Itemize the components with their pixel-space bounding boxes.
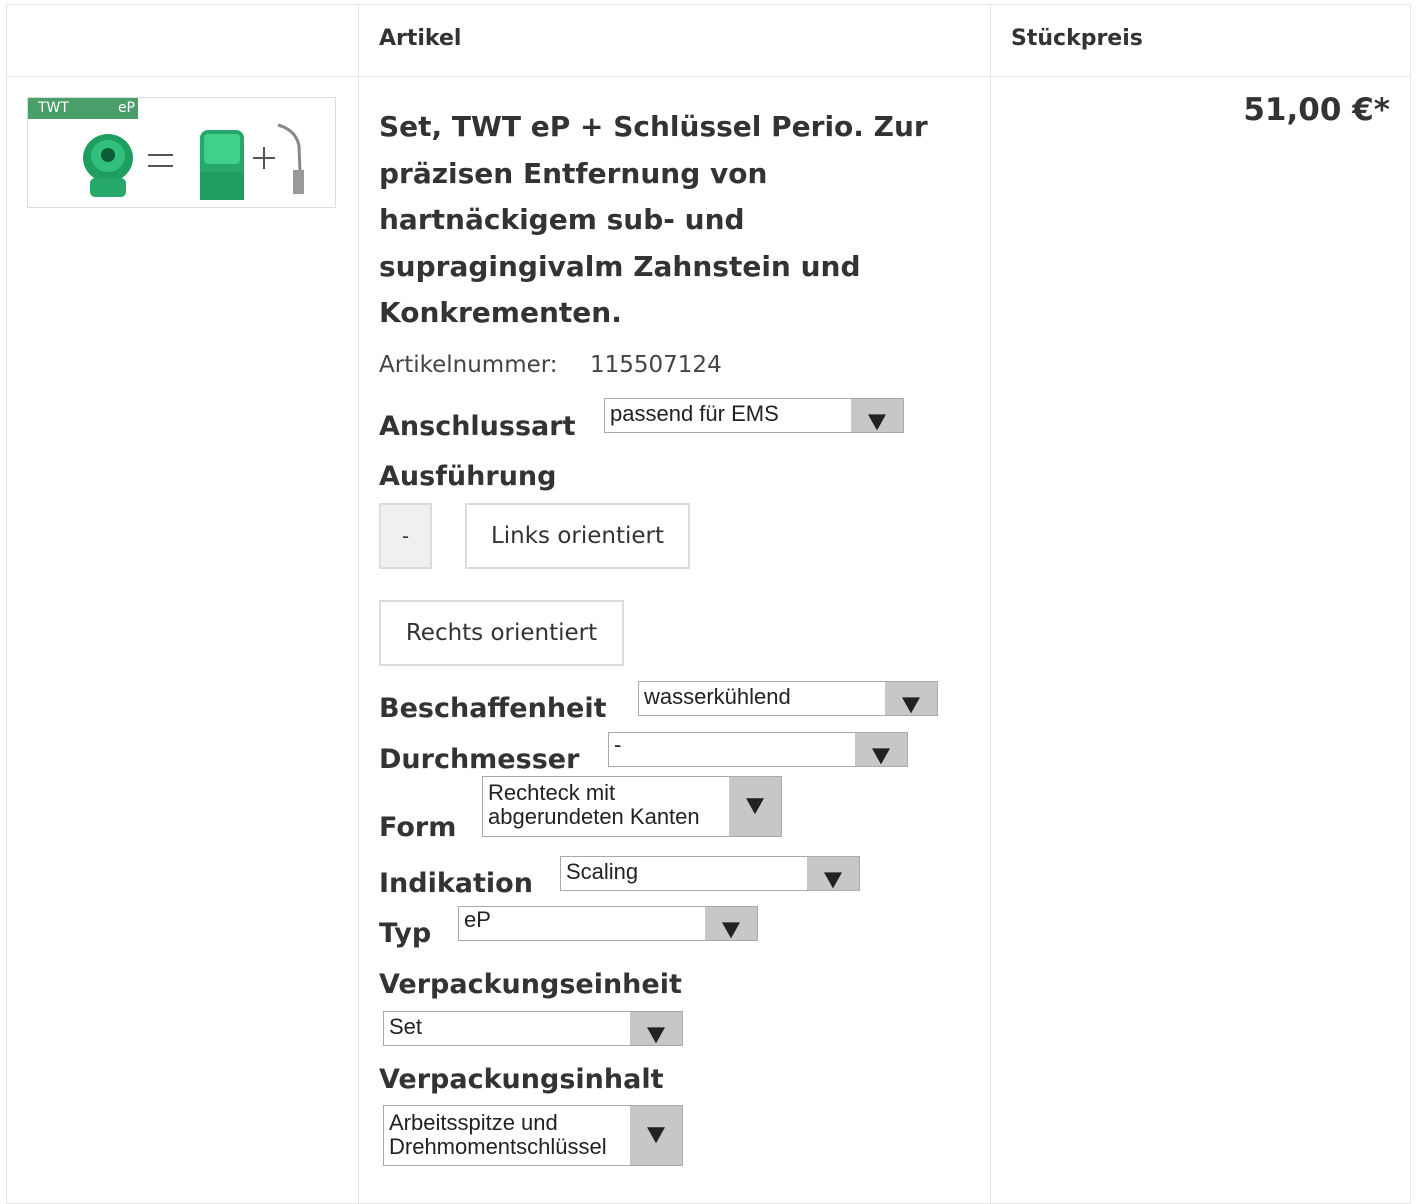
typ-label: Typ (379, 918, 432, 949)
unit-price: 51,00 €* (1243, 92, 1390, 128)
verpackungsinhalt-label: Verpackungsinhalt (379, 1064, 664, 1095)
dropdown-button[interactable] (855, 733, 907, 766)
chevron-down-icon (872, 747, 890, 764)
chevron-down-icon (746, 797, 764, 814)
verpackungseinheit-select[interactable]: Set (383, 1011, 683, 1046)
form-label: Form (379, 812, 457, 843)
ausfuehrung-option-links[interactable]: Links orientiert (465, 503, 690, 569)
dropdown-button[interactable] (807, 857, 859, 890)
verpackungseinheit-label: Verpackungseinheit (379, 969, 682, 1000)
dropdown-button[interactable] (705, 907, 757, 940)
ausfuehrung-label: Ausführung (379, 461, 557, 492)
dropdown-button[interactable] (851, 399, 903, 432)
verpackungseinheit-value: Set (389, 1014, 423, 1039)
durchmesser-select[interactable]: - (608, 732, 908, 767)
column-header-stueckpreis: Stückpreis (1011, 26, 1143, 51)
chevron-down-icon (647, 1126, 665, 1143)
dropdown-button[interactable] (729, 777, 781, 836)
indikation-select[interactable]: Scaling (560, 856, 860, 891)
chevron-down-icon (722, 921, 740, 938)
beschaffenheit-select[interactable]: wasserkühlend (638, 681, 938, 716)
form-value: Rechteck mit abgerundeten Kanten (488, 780, 700, 829)
column-divider (358, 5, 359, 1203)
product-title[interactable]: Set, TWT eP + Schlüssel Perio. Zur präzi… (379, 104, 959, 337)
typ-select[interactable]: eP (458, 906, 758, 941)
beschaffenheit-label: Beschaffenheit (379, 693, 607, 724)
beschaffenheit-value: wasserkühlend (644, 684, 791, 709)
ausfuehrung-option-none[interactable]: - (379, 503, 432, 569)
indikation-label: Indikation (379, 868, 533, 899)
product-thumbnail[interactable]: TWT eP (27, 97, 336, 208)
anschlussart-label: Anschlussart (379, 411, 576, 442)
anschlussart-value: passend für EMS (610, 401, 779, 426)
chevron-down-icon (647, 1026, 665, 1043)
artikelnummer-value: 115507124 (590, 352, 722, 378)
verpackungsinhalt-value: Arbeitsspitze und Drehmomentschlüssel (389, 1110, 607, 1159)
dropdown-button[interactable] (630, 1106, 682, 1165)
durchmesser-label: Durchmesser (379, 744, 580, 775)
durchmesser-value: - (614, 732, 622, 757)
typ-value: eP (464, 907, 491, 932)
chevron-down-icon (824, 871, 842, 888)
anschlussart-select[interactable]: passend für EMS (604, 398, 904, 433)
dropdown-button[interactable] (630, 1012, 682, 1045)
chevron-down-icon (902, 696, 920, 713)
column-divider (990, 5, 991, 1203)
chevron-down-icon (868, 413, 886, 430)
ausfuehrung-option-rechts[interactable]: Rechts orientiert (379, 600, 624, 666)
form-select[interactable]: Rechteck mit abgerundeten Kanten (482, 776, 782, 837)
indikation-value: Scaling (566, 859, 639, 884)
product-image-illustration (83, 123, 304, 200)
verpackungsinhalt-select[interactable]: Arbeitsspitze und Drehmomentschlüssel (383, 1105, 683, 1166)
dropdown-button[interactable] (885, 682, 937, 715)
header-divider (7, 76, 1410, 77)
column-header-artikel: Artikel (379, 26, 462, 51)
artikelnummer-label: Artikelnummer: (379, 352, 558, 378)
